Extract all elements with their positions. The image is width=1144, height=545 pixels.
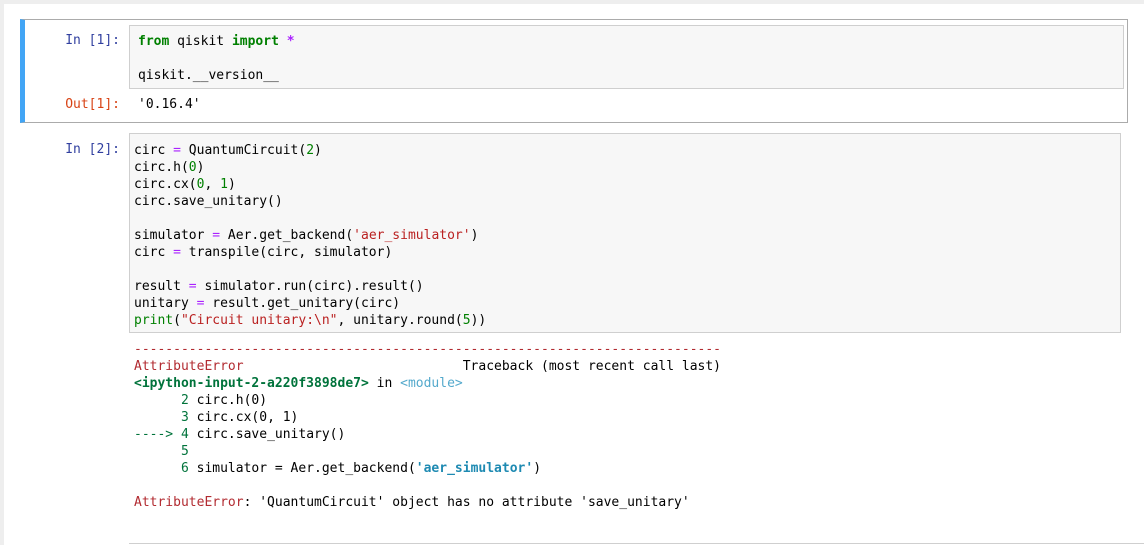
input-prompt-1: In [1]: xyxy=(65,33,120,48)
notebook-container: In [1]: from qiskit import * qiskit.__ve… xyxy=(4,4,1144,545)
input-prompt-2: In [2]: xyxy=(65,142,120,157)
next-cell-border xyxy=(129,543,1144,544)
code-editor-2[interactable]: circ = QuantumCircuit(2) circ.h(0) circ.… xyxy=(134,142,1120,329)
code-editor-1[interactable]: from qiskit import * qiskit.__version__ xyxy=(138,33,1115,84)
code-cell-2[interactable]: In [2]: circ = QuantumCircuit(2) circ.h(… xyxy=(20,129,1128,529)
output-prompt-1: Out[1]: xyxy=(65,97,120,112)
code-input-2[interactable]: circ = QuantumCircuit(2) circ.h(0) circ.… xyxy=(129,133,1121,333)
code-cell-1[interactable]: In [1]: from qiskit import * qiskit.__ve… xyxy=(20,19,1128,123)
error-output: ----------------------------------------… xyxy=(134,341,721,511)
code-input-1[interactable]: from qiskit import * qiskit.__version__ xyxy=(129,25,1124,89)
output-value-1: '0.16.4' xyxy=(138,97,201,112)
traceback-text: ----------------------------------------… xyxy=(134,342,722,510)
